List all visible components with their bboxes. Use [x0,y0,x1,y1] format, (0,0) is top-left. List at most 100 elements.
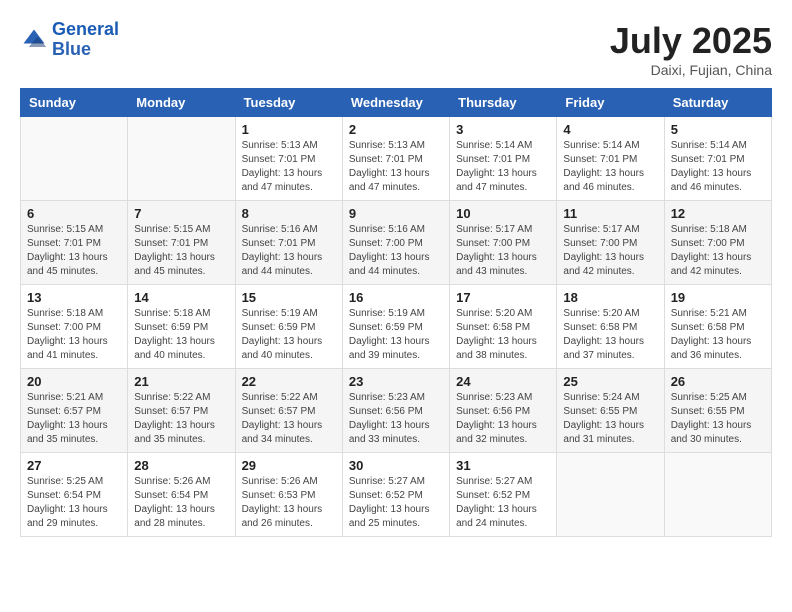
calendar-day-cell: 4 Sunrise: 5:14 AMSunset: 7:01 PMDaylight… [557,117,664,201]
weekday-header: Sunday [21,89,128,117]
calendar-week-row: 27Sunrise: 5:25 AMSunset: 6:54 PMDayligh… [21,453,772,537]
calendar-day-cell: 22 Sunrise: 5:22 AMSunset: 6:57 PMDayligh… [235,369,342,453]
title-section: July 2025 Daixi, Fujian, China [610,20,772,78]
calendar-day-cell: 27Sunrise: 5:25 AMSunset: 6:54 PMDayligh… [21,453,128,537]
location-subtitle: Daixi, Fujian, China [610,62,772,78]
day-info: Sunrise: 5:20 AMSunset: 6:58 PMDaylight:… [456,307,550,363]
day-number: 3 [456,122,550,137]
day-number: 12 [671,206,765,221]
day-number: 6 [27,206,121,221]
day-number: 2 [349,122,443,137]
day-number: 14 [134,290,228,305]
day-number: 9 [349,206,443,221]
calendar-day-cell: 1 Sunrise: 5:13 AMSunset: 7:01 PMDaylight… [235,117,342,201]
day-info: Sunrise: 5:18 AMSunset: 7:00 PMDaylight:… [27,307,121,363]
day-info: Sunrise: 5:15 AMSunset: 7:01 PMDaylight:… [134,223,228,279]
calendar-day-cell: 16 Sunrise: 5:19 AMSunset: 6:59 PMDayligh… [342,285,449,369]
calendar-day-cell: 10Sunrise: 5:17 AMSunset: 7:00 PMDayligh… [450,201,557,285]
day-number: 26 [671,374,765,389]
calendar-day-cell: 31 Sunrise: 5:27 AMSunset: 6:52 PMDayligh… [450,453,557,537]
logo-text: General Blue [52,20,119,60]
calendar-day-cell: 11Sunrise: 5:17 AMSunset: 7:00 PMDayligh… [557,201,664,285]
calendar-day-cell: 23Sunrise: 5:23 AMSunset: 6:56 PMDayligh… [342,369,449,453]
calendar-day-cell: 21 Sunrise: 5:22 AMSunset: 6:57 PMDayligh… [128,369,235,453]
day-info: Sunrise: 5:22 AMSunset: 6:57 PMDaylight:… [242,391,336,447]
calendar-week-row: 1 Sunrise: 5:13 AMSunset: 7:01 PMDaylight… [21,117,772,201]
day-info: Sunrise: 5:14 AMSunset: 7:01 PMDaylight:… [671,139,765,195]
calendar-day-cell: 26Sunrise: 5:25 AMSunset: 6:55 PMDayligh… [664,369,771,453]
day-number: 20 [27,374,121,389]
calendar-day-cell: 12 Sunrise: 5:18 AMSunset: 7:00 PMDayligh… [664,201,771,285]
weekday-header: Thursday [450,89,557,117]
day-number: 21 [134,374,228,389]
day-info: Sunrise: 5:16 AMSunset: 7:01 PMDaylight:… [242,223,336,279]
day-number: 4 [563,122,657,137]
day-info: Sunrise: 5:13 AMSunset: 7:01 PMDaylight:… [242,139,336,195]
weekday-header: Monday [128,89,235,117]
day-number: 13 [27,290,121,305]
day-info: Sunrise: 5:19 AMSunset: 6:59 PMDaylight:… [242,307,336,363]
day-info: Sunrise: 5:26 AMSunset: 6:54 PMDaylight:… [134,475,228,531]
day-number: 11 [563,206,657,221]
calendar-week-row: 20 Sunrise: 5:21 AMSunset: 6:57 PMDayligh… [21,369,772,453]
weekday-header-row: SundayMondayTuesdayWednesdayThursdayFrid… [21,89,772,117]
day-info: Sunrise: 5:19 AMSunset: 6:59 PMDaylight:… [349,307,443,363]
day-number: 30 [349,458,443,473]
calendar-day-cell: 19 Sunrise: 5:21 AMSunset: 6:58 PMDayligh… [664,285,771,369]
day-info: Sunrise: 5:18 AMSunset: 6:59 PMDaylight:… [134,307,228,363]
calendar-day-cell: 20 Sunrise: 5:21 AMSunset: 6:57 PMDayligh… [21,369,128,453]
day-info: Sunrise: 5:13 AMSunset: 7:01 PMDaylight:… [349,139,443,195]
day-number: 29 [242,458,336,473]
calendar-day-cell: 25 Sunrise: 5:24 AMSunset: 6:55 PMDayligh… [557,369,664,453]
day-info: Sunrise: 5:27 AMSunset: 6:52 PMDaylight:… [456,475,550,531]
day-number: 18 [563,290,657,305]
calendar-day-cell: 13 Sunrise: 5:18 AMSunset: 7:00 PMDayligh… [21,285,128,369]
calendar-table: SundayMondayTuesdayWednesdayThursdayFrid… [20,88,772,537]
page-header: General Blue July 2025 Daixi, Fujian, Ch… [20,20,772,78]
day-number: 22 [242,374,336,389]
day-number: 5 [671,122,765,137]
weekday-header: Friday [557,89,664,117]
day-info: Sunrise: 5:14 AMSunset: 7:01 PMDaylight:… [456,139,550,195]
day-info: Sunrise: 5:21 AMSunset: 6:57 PMDaylight:… [27,391,121,447]
day-info: Sunrise: 5:14 AMSunset: 7:01 PMDaylight:… [563,139,657,195]
day-info: Sunrise: 5:15 AMSunset: 7:01 PMDaylight:… [27,223,121,279]
day-info: Sunrise: 5:27 AMSunset: 6:52 PMDaylight:… [349,475,443,531]
day-number: 16 [349,290,443,305]
calendar-day-cell: 14 Sunrise: 5:18 AMSunset: 6:59 PMDayligh… [128,285,235,369]
calendar-week-row: 13 Sunrise: 5:18 AMSunset: 7:00 PMDayligh… [21,285,772,369]
calendar-day-cell: 24 Sunrise: 5:23 AMSunset: 6:56 PMDayligh… [450,369,557,453]
calendar-day-cell: 28 Sunrise: 5:26 AMSunset: 6:54 PMDayligh… [128,453,235,537]
day-info: Sunrise: 5:18 AMSunset: 7:00 PMDaylight:… [671,223,765,279]
calendar-day-cell: 29 Sunrise: 5:26 AMSunset: 6:53 PMDayligh… [235,453,342,537]
day-info: Sunrise: 5:23 AMSunset: 6:56 PMDaylight:… [456,391,550,447]
calendar-day-cell: 8Sunrise: 5:16 AMSunset: 7:01 PMDaylight… [235,201,342,285]
calendar-day-cell: 30 Sunrise: 5:27 AMSunset: 6:52 PMDayligh… [342,453,449,537]
day-info: Sunrise: 5:26 AMSunset: 6:53 PMDaylight:… [242,475,336,531]
logo: General Blue [20,20,119,60]
calendar-day-cell: 15 Sunrise: 5:19 AMSunset: 6:59 PMDayligh… [235,285,342,369]
calendar-day-cell: 2 Sunrise: 5:13 AMSunset: 7:01 PMDaylight… [342,117,449,201]
logo-icon [20,26,48,54]
month-title: July 2025 [610,20,772,62]
weekday-header: Tuesday [235,89,342,117]
calendar-day-cell [21,117,128,201]
day-info: Sunrise: 5:22 AMSunset: 6:57 PMDaylight:… [134,391,228,447]
day-number: 24 [456,374,550,389]
calendar-day-cell: 5 Sunrise: 5:14 AMSunset: 7:01 PMDaylight… [664,117,771,201]
day-info: Sunrise: 5:21 AMSunset: 6:58 PMDaylight:… [671,307,765,363]
day-number: 15 [242,290,336,305]
calendar-day-cell: 18Sunrise: 5:20 AMSunset: 6:58 PMDayligh… [557,285,664,369]
day-number: 19 [671,290,765,305]
day-number: 7 [134,206,228,221]
day-info: Sunrise: 5:24 AMSunset: 6:55 PMDaylight:… [563,391,657,447]
day-number: 25 [563,374,657,389]
day-info: Sunrise: 5:25 AMSunset: 6:54 PMDaylight:… [27,475,121,531]
calendar-week-row: 6 Sunrise: 5:15 AMSunset: 7:01 PMDaylight… [21,201,772,285]
day-number: 28 [134,458,228,473]
weekday-header: Wednesday [342,89,449,117]
calendar-day-cell: 9Sunrise: 5:16 AMSunset: 7:00 PMDaylight… [342,201,449,285]
day-number: 1 [242,122,336,137]
calendar-day-cell [128,117,235,201]
day-number: 31 [456,458,550,473]
